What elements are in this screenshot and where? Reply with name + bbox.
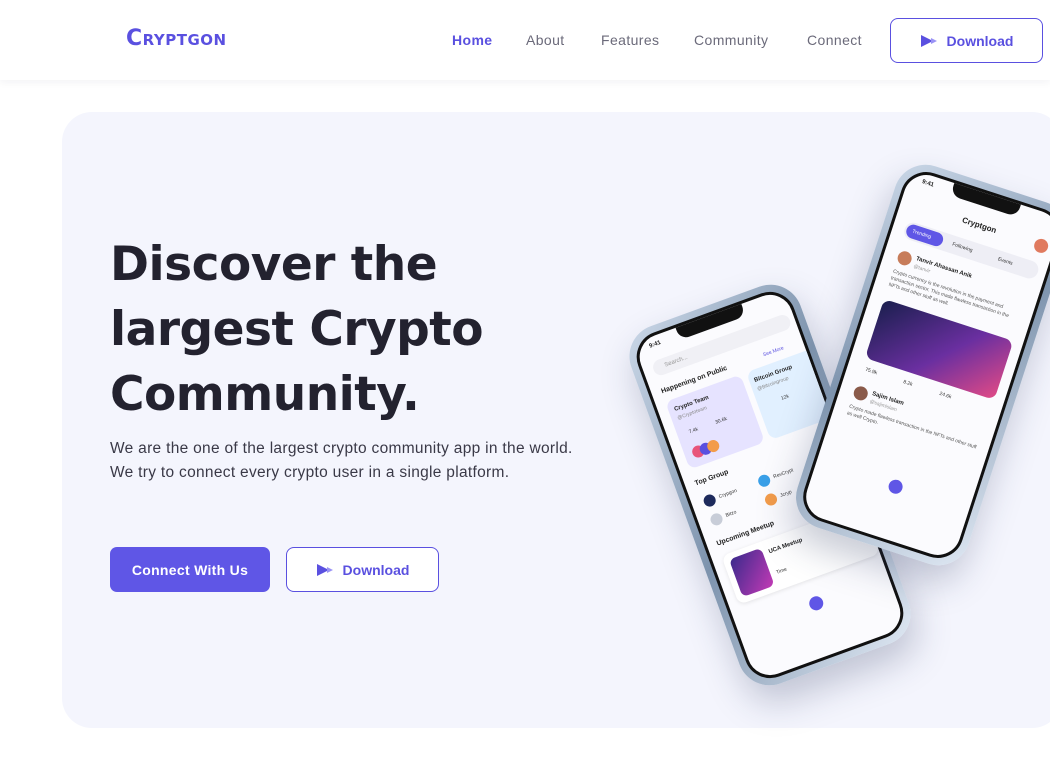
group3-name: Bitzo [724, 509, 738, 519]
play-store-icon [920, 34, 937, 47]
avatar [851, 384, 870, 403]
avatar [895, 249, 914, 268]
group-logo [756, 473, 772, 489]
hero-title: Discover the largest Crypto Community. [110, 232, 630, 427]
hero-title-line-1: Discover the [110, 237, 438, 292]
status-time: 9:41 [921, 179, 935, 189]
status-time: 9:41 [648, 339, 662, 350]
header-download-label: Download [946, 32, 1014, 49]
hero-title-line-2: largest Crypto [110, 302, 484, 357]
app-title: Cryptgon [960, 215, 998, 236]
group-logo [763, 491, 779, 508]
group4-name: Jcryp [779, 489, 793, 499]
group1-name: Crypgon [718, 487, 738, 500]
post1-likes: 75.9k [864, 366, 878, 377]
top-navbar: Cryptgon Home About Features Community C… [0, 0, 1050, 80]
connect-with-us-button[interactable]: Connect With Us [110, 547, 270, 592]
group-logo [701, 492, 718, 509]
post1-comments: 8.2k [902, 379, 914, 388]
group2-name: RevCrypt [772, 467, 795, 481]
post2-text: Crypto made flawless transaction in the … [846, 403, 978, 451]
hero-title-line-3: Community. [110, 367, 420, 422]
nav-link-features[interactable]: Features [601, 32, 659, 48]
header-download-button[interactable]: Download [890, 18, 1043, 63]
nav-link-home[interactable]: Home [452, 32, 493, 48]
post1-shares: 24.6k [938, 390, 953, 401]
add-icon [886, 477, 905, 496]
see-more-link: See More [762, 345, 785, 359]
hero-description: We are the one of the largest crypto com… [110, 440, 573, 481]
section-top-group: Top Group [693, 468, 730, 488]
add-icon [807, 594, 826, 613]
group-logo [708, 511, 725, 528]
hero-download-button[interactable]: Download [286, 547, 439, 592]
nav-link-community[interactable]: Community [694, 32, 768, 48]
nav-link-connect[interactable]: Connect [807, 32, 862, 48]
hero-download-label: Download [342, 561, 410, 578]
nav-link-about[interactable]: About [526, 32, 565, 48]
avatar [1032, 237, 1050, 255]
play-store-icon [316, 563, 333, 576]
